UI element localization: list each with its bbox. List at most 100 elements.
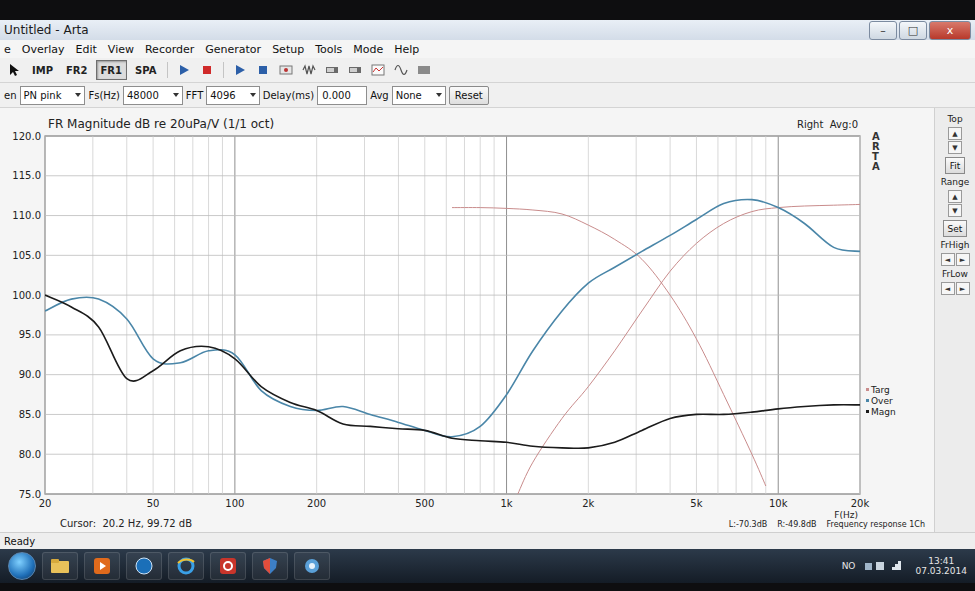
y-tick: 110.0 — [12, 210, 860, 221]
toolbar-button[interactable] — [322, 61, 342, 79]
menu-item[interactable]: View — [108, 43, 134, 56]
meter-icon — [325, 63, 339, 77]
grid-line — [670, 136, 671, 494]
pointer-icon — [7, 63, 21, 77]
taskbar-app[interactable] — [294, 552, 330, 580]
x-tick: 100 — [225, 498, 244, 509]
x-tick: 500 — [415, 498, 434, 509]
mode-button[interactable]: IMP — [27, 60, 58, 80]
taskbar-app[interactable] — [252, 552, 288, 580]
frequency-response-chart[interactable]: FR Magnitude dB re 20uPa/V (1/1 oct)Righ… — [0, 108, 934, 532]
toolbar-button[interactable] — [345, 61, 365, 79]
grid-line — [126, 136, 127, 494]
toolbar-button[interactable] — [414, 61, 434, 79]
menu-item[interactable]: Generator — [205, 43, 261, 56]
toolbar-separator — [167, 62, 168, 78]
svg-text:Over: Over — [871, 396, 893, 406]
menu-item[interactable]: Recorder — [145, 43, 194, 56]
x-axis-label: F(Hz) — [834, 510, 858, 520]
dropdown[interactable]: 48000 — [123, 86, 183, 105]
arrow-button[interactable]: ► — [956, 253, 970, 266]
grid-line — [494, 136, 495, 494]
main-toolbar: IMPFR2FR1SPA — [0, 58, 975, 83]
hp-logo-icon — [135, 557, 153, 575]
stop-icon — [200, 63, 214, 77]
toolbar-button[interactable] — [276, 61, 296, 79]
svg-text:95.0: 95.0 — [19, 329, 41, 340]
generator-bar: enPN pinkFs(Hz)48000FFT4096Delay(ms)0.00… — [0, 83, 975, 108]
menu-bar: e Overlay Edit View Recorder Generator Setup To… — [0, 40, 975, 58]
x-tick: 2k — [582, 498, 594, 509]
arrow-button[interactable]: ▼ — [948, 141, 962, 154]
field-label: FFT — [186, 90, 203, 101]
menu-item[interactable]: e — [4, 43, 11, 56]
window-control-button[interactable]: – — [869, 21, 897, 40]
svg-text:Targ: Targ — [870, 385, 890, 395]
taskbar-app[interactable] — [84, 552, 120, 580]
menu-item[interactable]: Mode — [353, 43, 383, 56]
menu-item[interactable]: Tools — [315, 43, 342, 56]
network-app-icon — [303, 557, 321, 575]
pointer-button[interactable] — [4, 61, 24, 79]
grid-line — [751, 136, 752, 494]
arrow-buttons: ▲▼ — [948, 190, 962, 217]
mode-button[interactable]: SPA — [130, 60, 161, 80]
window-control-button[interactable]: □ — [899, 21, 927, 40]
x-tick: 20k — [851, 498, 870, 509]
toolbar-button[interactable] — [391, 61, 411, 79]
series-line — [45, 199, 860, 436]
arrow-button[interactable]: ▲ — [948, 190, 962, 203]
menu-item[interactable]: Edit — [76, 43, 97, 56]
shield-icon — [261, 557, 279, 575]
toolbar-button[interactable] — [253, 61, 273, 79]
dropdown[interactable]: None — [392, 86, 446, 105]
grid-line — [192, 136, 193, 494]
toolbar-button[interactable] — [368, 61, 388, 79]
grid-line — [174, 136, 175, 494]
taskbar-app[interactable] — [126, 552, 162, 580]
arrow-button[interactable]: ◄ — [941, 253, 955, 266]
y-tick: 120.0 — [12, 131, 860, 142]
menu-item[interactable]: Overlay — [22, 43, 65, 56]
plot-area — [45, 136, 860, 494]
taskbar-app[interactable] — [42, 552, 78, 580]
grid-line — [765, 136, 766, 494]
toolbar-button[interactable] — [197, 61, 217, 79]
field-label: en — [4, 90, 17, 101]
side-button[interactable]: Set — [943, 220, 968, 237]
toolbar-button[interactable] — [299, 61, 319, 79]
sine-icon — [394, 63, 408, 77]
title-bar: Untitled - Arta–□x — [0, 20, 975, 40]
menu-item[interactable]: Help — [394, 43, 419, 56]
arrow-button[interactable]: ► — [956, 282, 970, 295]
delay-input[interactable]: 0.000 — [317, 86, 367, 105]
grid-line — [506, 136, 507, 494]
y-tick: 80.0 — [19, 449, 860, 460]
x-tick: 10k — [769, 498, 788, 509]
side-button[interactable]: Fit — [945, 157, 966, 174]
dropdown[interactable]: 4096 — [206, 86, 259, 105]
taskbar-app[interactable] — [168, 552, 204, 580]
clock[interactable]: 13:4107.03.2014 — [915, 556, 967, 577]
arrow-button[interactable]: ◄ — [941, 282, 955, 295]
arrow-button[interactable]: ▼ — [948, 204, 962, 217]
start-button[interactable] — [8, 552, 36, 580]
toolbar-button[interactable] — [230, 61, 250, 79]
arrow-button[interactable]: ▲ — [948, 127, 962, 140]
mode-button[interactable]: FR1 — [96, 60, 128, 80]
svg-text:105.0: 105.0 — [12, 250, 41, 261]
window-control-button[interactable]: x — [929, 21, 971, 40]
cursor-readout: Cursor: 20.2 Hz, 99.72 dB — [60, 518, 192, 529]
side-label: Top — [947, 114, 962, 124]
side-label: FrLow — [942, 269, 968, 279]
toolbar-button[interactable] — [174, 61, 194, 79]
dropdown[interactable]: PN pink — [20, 86, 86, 105]
reset-button[interactable]: Reset — [449, 86, 489, 105]
system-tray: NO 13:4107.03.2014 — [842, 556, 967, 577]
language-indicator[interactable]: NO — [842, 561, 856, 571]
channel-label: Right Avg:0 — [797, 119, 858, 130]
mode-button[interactable]: FR2 — [61, 60, 93, 80]
tray-icons-icon[interactable] — [865, 560, 905, 572]
taskbar-app[interactable] — [210, 552, 246, 580]
menu-item[interactable]: Setup — [272, 43, 304, 56]
